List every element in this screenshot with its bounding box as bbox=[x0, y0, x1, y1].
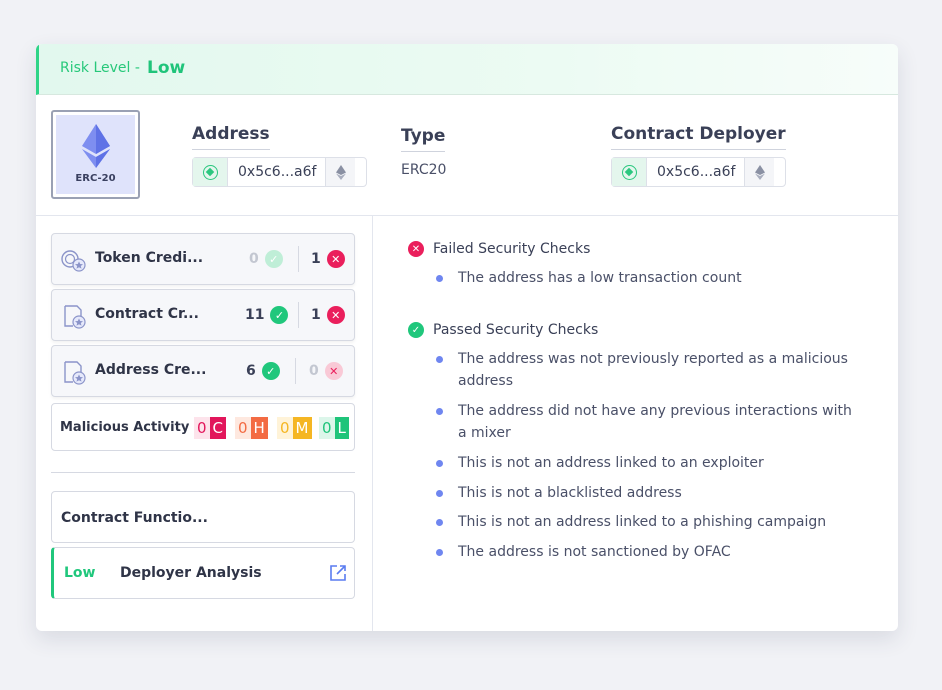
check-icon: ✓ bbox=[264, 250, 283, 268]
check-text: This is not an address linked to an expl… bbox=[458, 455, 764, 471]
deployer-value[interactable]: 0x5c6...a6f bbox=[647, 164, 744, 180]
check-text: This is not an address linked to a phish… bbox=[458, 514, 827, 530]
address-cred-icon bbox=[64, 361, 86, 385]
passed-check-item: This is not a blacklisted address bbox=[436, 482, 857, 504]
failed-count: 1 bbox=[311, 307, 321, 323]
external-link-icon[interactable] bbox=[329, 564, 347, 582]
severity-low: 0 L bbox=[319, 417, 349, 439]
cross-icon: ✕ bbox=[326, 306, 345, 324]
severity-letter: L bbox=[334, 417, 349, 439]
credibility-name: Contract Cr... bbox=[95, 306, 199, 322]
ethereum-small-icon bbox=[335, 164, 346, 180]
check-icon: ✓ bbox=[261, 362, 280, 380]
contract-functions-row[interactable]: Contract Functio... bbox=[51, 491, 355, 543]
type-label: Type bbox=[401, 126, 446, 152]
check-text: The address did not have any previous in… bbox=[458, 403, 852, 441]
malicious-activity-row[interactable]: Malicious Activity 0 C 0 H 0 M 0 L bbox=[51, 403, 355, 451]
check-icon: ✓ bbox=[270, 306, 289, 324]
divider bbox=[295, 358, 296, 384]
passed-count: 0 bbox=[249, 251, 259, 267]
credibility-row-address[interactable]: Address Cre... 6 ✓ 0 ✕ bbox=[51, 345, 355, 397]
passed-check-item: This is not an address linked to an expl… bbox=[436, 452, 857, 474]
token-standard-badge: ERC-20 bbox=[75, 173, 116, 184]
risk-level-value: Low bbox=[147, 58, 186, 78]
divider bbox=[298, 302, 299, 328]
risk-level-banner: Risk Level - Low bbox=[36, 44, 898, 95]
check-text: The address is not sanctioned by OFAC bbox=[458, 544, 731, 560]
passed-count-badge: 11 ✓ bbox=[245, 306, 289, 324]
address-value[interactable]: 0x5c6...a6f bbox=[228, 164, 325, 180]
severity-critical: 0 C bbox=[194, 417, 227, 439]
passed-icon: ✓ bbox=[408, 322, 424, 338]
section-divider bbox=[51, 472, 355, 473]
severity-count: 0 bbox=[194, 417, 210, 439]
severity-letter: H bbox=[250, 417, 268, 439]
credibility-row-contract[interactable]: Contract Cr... 11 ✓ 1 ✕ bbox=[51, 289, 355, 341]
contract-functions-label: Contract Functio... bbox=[61, 510, 208, 526]
divider bbox=[298, 246, 299, 272]
risk-level-label: Risk Level - bbox=[60, 60, 140, 76]
severity-count: 0 bbox=[277, 417, 293, 439]
passed-check-item: The address is not sanctioned by OFAC bbox=[436, 541, 857, 563]
passed-count-badge: 6 ✓ bbox=[246, 362, 280, 380]
passed-check-item: The address was not previously reported … bbox=[436, 348, 857, 392]
severity-count: 0 bbox=[235, 417, 251, 439]
address-field: Address 0x5c6...a6f bbox=[192, 124, 367, 187]
contract-deployer-field: Contract Deployer 0x5c6...a6f bbox=[611, 124, 786, 187]
failed-count-badge: 0 ✕ bbox=[309, 362, 343, 380]
passed-count: 6 bbox=[246, 363, 256, 379]
severity-letter: M bbox=[292, 417, 312, 439]
failed-check-item: The address has a low transaction count bbox=[436, 267, 857, 289]
ethereum-small-icon bbox=[754, 164, 765, 180]
passed-checks-title: ✓ Passed Security Checks bbox=[408, 322, 598, 338]
severity-count: 0 bbox=[319, 417, 335, 439]
failed-count-badge: 1 ✕ bbox=[311, 250, 345, 268]
passed-count: 11 bbox=[245, 307, 265, 323]
credibility-name: Token Credi... bbox=[95, 250, 204, 266]
failed-checks-label: Failed Security Checks bbox=[433, 241, 591, 257]
check-text: The address has a low transaction count bbox=[458, 270, 742, 286]
deployer-type-icon bbox=[621, 164, 637, 180]
severity-letter: C bbox=[209, 417, 227, 439]
deployer-risk-level: Low bbox=[64, 565, 96, 581]
contract-deployer-label: Contract Deployer bbox=[611, 124, 786, 150]
type-field: Type ERC20 bbox=[401, 126, 446, 178]
credibility-row-token[interactable]: Token Credi... 0 ✓ 1 ✕ bbox=[51, 233, 355, 285]
token-logo: ERC-20 bbox=[51, 110, 140, 199]
contract-cred-icon bbox=[64, 305, 86, 329]
check-text: The address was not previously reported … bbox=[458, 351, 848, 389]
address-label: Address bbox=[192, 124, 270, 150]
type-value: ERC20 bbox=[401, 162, 447, 178]
passed-check-item: This is not an address linked to a phish… bbox=[436, 511, 857, 533]
passed-checks-label: Passed Security Checks bbox=[433, 322, 599, 338]
passed-count-badge: 0 ✓ bbox=[249, 250, 283, 268]
failed-icon: ✕ bbox=[408, 241, 424, 257]
address-pill[interactable]: 0x5c6...a6f bbox=[192, 157, 367, 187]
ethereum-icon bbox=[82, 124, 110, 168]
credibility-panel: Token Credi... 0 ✓ 1 ✕ Contract Cr... 11… bbox=[36, 216, 373, 631]
failed-count: 1 bbox=[311, 251, 321, 267]
failed-checks-title: ✕ Failed Security Checks bbox=[408, 241, 590, 257]
check-text: This is not a blacklisted address bbox=[458, 485, 682, 501]
token-header: ERC-20 Address 0x5c6...a6f Type ERC20 Co… bbox=[36, 95, 898, 216]
deployer-analysis-row[interactable]: Low Deployer Analysis bbox=[51, 547, 355, 599]
cross-icon: ✕ bbox=[326, 250, 345, 268]
malicious-activity-label: Malicious Activity bbox=[60, 420, 190, 435]
token-cred-icon bbox=[61, 250, 86, 272]
failed-count: 0 bbox=[309, 363, 319, 379]
deployer-analysis-label: Deployer Analysis bbox=[120, 565, 262, 581]
severity-medium: 0 M bbox=[277, 417, 312, 439]
credibility-name: Address Cre... bbox=[95, 362, 207, 378]
failed-count-badge: 1 ✕ bbox=[311, 306, 345, 324]
deployer-pill[interactable]: 0x5c6...a6f bbox=[611, 157, 786, 187]
passed-check-item: The address did not have any previous in… bbox=[436, 400, 857, 444]
risk-report-card: Risk Level - Low ERC-20 Address 0x5c6...… bbox=[36, 44, 898, 631]
cross-icon: ✕ bbox=[324, 362, 343, 380]
address-type-icon bbox=[202, 164, 218, 180]
severity-high: 0 H bbox=[235, 417, 268, 439]
